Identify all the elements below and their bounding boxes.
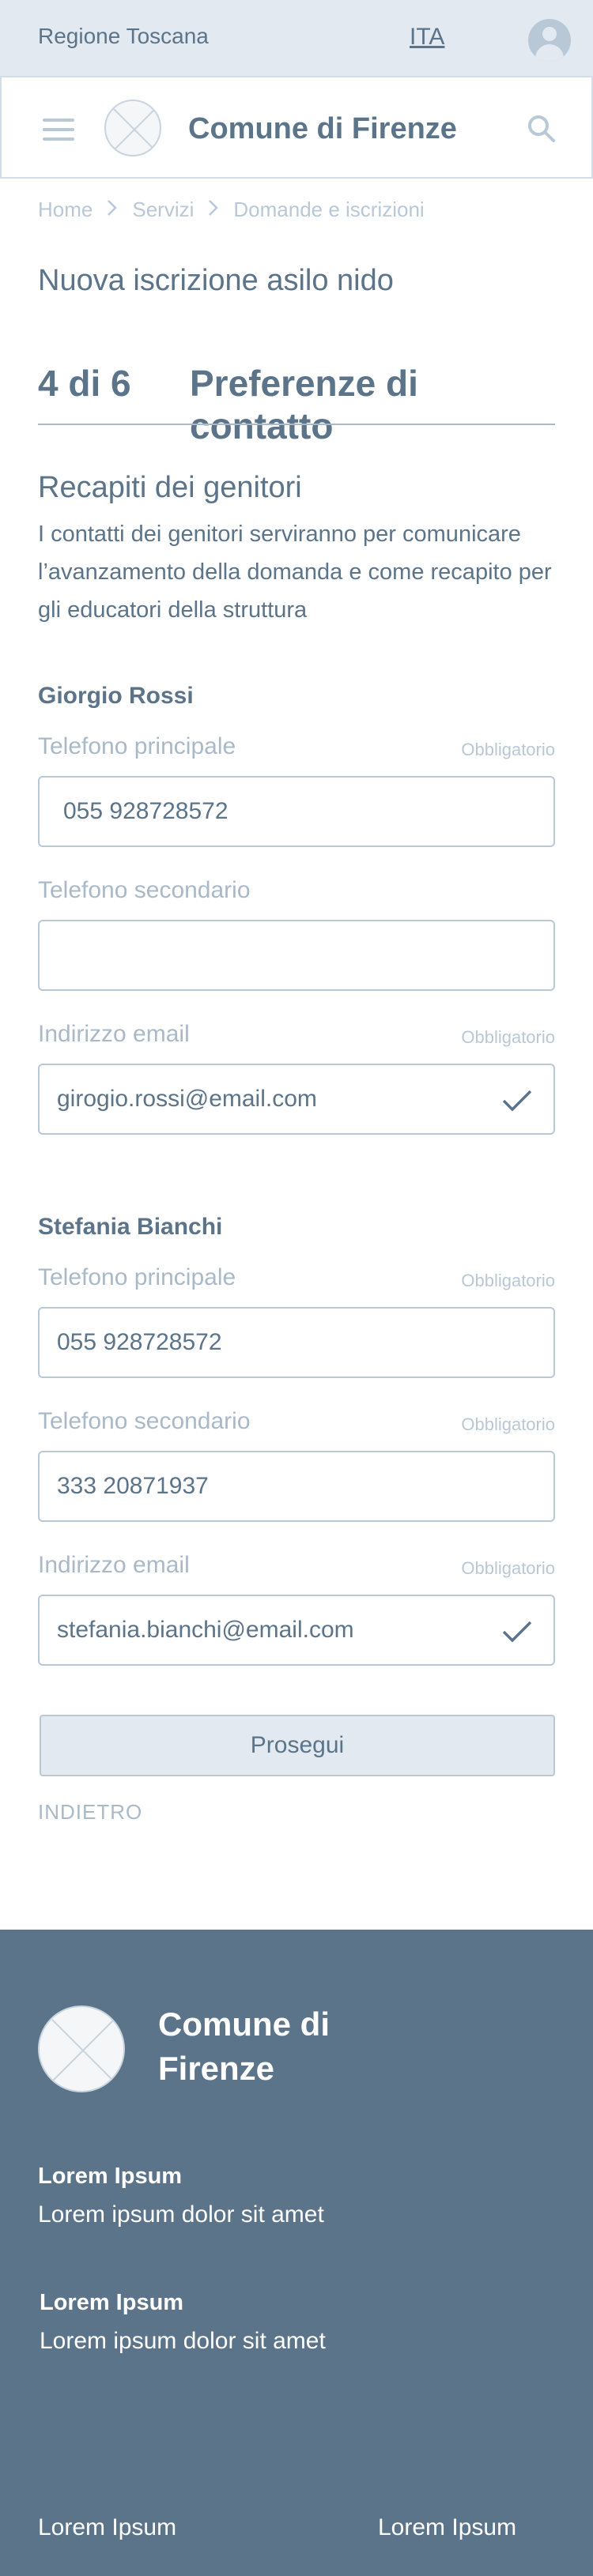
section-description: I contatti dei genitori serviranno per c…	[38, 522, 552, 623]
placeholder-logo-icon[interactable]	[104, 100, 161, 156]
search-icon[interactable]	[527, 114, 557, 144]
field-label: Telefono principale	[38, 733, 236, 759]
site-header: Comune di Firenze	[0, 76, 593, 179]
input-value: 055 928728572	[57, 1329, 222, 1355]
hamburger-menu-icon[interactable]	[43, 119, 74, 141]
back-button[interactable]: INDIETRO	[38, 1800, 142, 1825]
step-divider	[38, 424, 555, 425]
site-title[interactable]: Comune di Firenze	[188, 112, 457, 146]
footer-link[interactable]: Lorem Ipsum	[378, 2514, 516, 2541]
input-value: 055 928728572	[63, 798, 229, 824]
language-selector[interactable]: ITA	[410, 24, 444, 51]
phone-primary-input[interactable]: 055 928728572	[38, 1307, 555, 1378]
email-input[interactable]: stefania.bianchi@email.com	[38, 1595, 555, 1666]
footer-heading: Lorem Ipsum	[40, 2290, 184, 2315]
continue-button[interactable]: Prosegui	[40, 1715, 555, 1776]
user-avatar-icon[interactable]	[528, 19, 571, 62]
breadcrumb-home[interactable]: Home	[38, 198, 93, 222]
section-title: Recapiti dei genitori	[38, 471, 302, 504]
required-hint: Obbligatorio	[461, 1414, 555, 1434]
step-count: 4 di 6	[38, 363, 131, 404]
region-bar: Regione Toscana ITA	[0, 0, 593, 76]
footer-text: Lorem ipsum dolor sit amet	[40, 2328, 326, 2354]
footer-text: Lorem ipsum dolor sit amet	[38, 2201, 324, 2228]
site-footer: Comune di Firenze Lorem Ipsum Lorem ipsu…	[0, 1930, 593, 2576]
phone-secondary-input[interactable]: 333 20871937	[38, 1451, 555, 1522]
step-name: Preferenze di contatto	[190, 363, 418, 446]
field-label: Telefono principale	[38, 1264, 236, 1290]
footer-link[interactable]: Lorem Ipsum	[38, 2514, 176, 2541]
phone-secondary-input[interactable]	[38, 920, 555, 991]
checkmark-icon	[501, 1089, 533, 1113]
breadcrumb: Home Servizi Domande e iscrizioni	[38, 198, 425, 222]
field-label: Indirizzo email	[38, 1021, 190, 1047]
field-label: Telefono secondario	[38, 877, 251, 903]
input-value: stefania.bianchi@email.com	[57, 1617, 354, 1643]
page: Regione Toscana ITA Comune di Firenze Ho…	[0, 0, 593, 2576]
parent-name: Giorgio Rossi	[38, 683, 194, 709]
required-hint: Obbligatorio	[461, 1271, 555, 1290]
required-hint: Obbligatorio	[461, 740, 555, 759]
phone-primary-input[interactable]: 055 928728572	[38, 776, 555, 847]
required-hint: Obbligatorio	[461, 1027, 555, 1047]
footer-title: Comune di Firenze	[158, 2005, 330, 2087]
page-title: Nuova iscrizione asilo nido	[38, 264, 394, 297]
field-label: Telefono secondario	[38, 1408, 251, 1434]
placeholder-logo-icon[interactable]	[38, 2005, 125, 2092]
breadcrumb-servizi[interactable]: Servizi	[132, 198, 194, 222]
input-value: 333 20871937	[57, 1473, 209, 1499]
email-input[interactable]: girogio.rossi@email.com	[38, 1064, 555, 1135]
chevron-right-icon	[107, 198, 118, 222]
required-hint: Obbligatorio	[461, 1558, 555, 1578]
checkmark-icon	[501, 1620, 533, 1644]
region-link[interactable]: Regione Toscana	[38, 24, 209, 49]
parent-name: Stefania Bianchi	[38, 1214, 223, 1240]
breadcrumb-domande[interactable]: Domande e iscrizioni	[233, 198, 424, 222]
footer-heading: Lorem Ipsum	[38, 2164, 183, 2189]
chevron-right-icon	[208, 198, 219, 222]
field-label: Indirizzo email	[38, 1552, 190, 1578]
input-value: girogio.rossi@email.com	[57, 1086, 317, 1112]
